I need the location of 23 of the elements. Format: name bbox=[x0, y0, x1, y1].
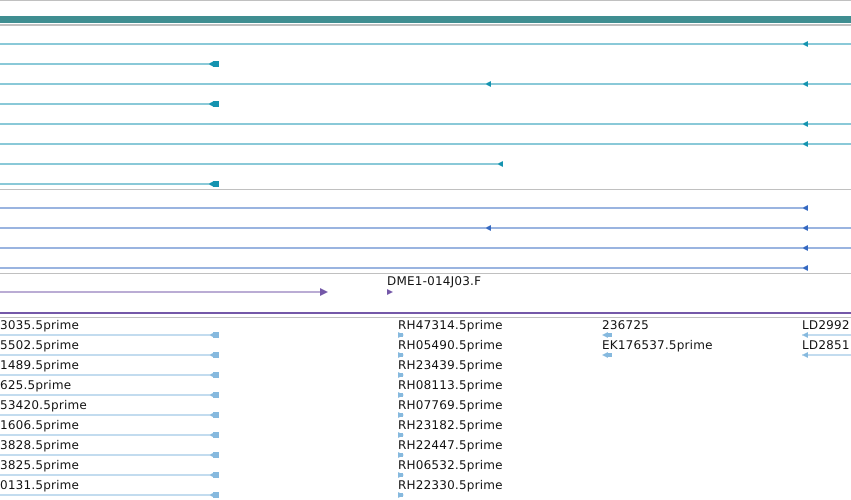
est-label: 625.5prime bbox=[0, 378, 72, 392]
clone-label: DME1-014J03.F bbox=[387, 274, 482, 288]
est-label: 1489.5prime bbox=[0, 358, 80, 372]
est-label: RH23439.5prime bbox=[398, 358, 503, 372]
est-label: 53420.5prime bbox=[0, 398, 87, 412]
est-label: 0131.5prime bbox=[0, 478, 80, 492]
est-label: RH07769.5prime bbox=[398, 398, 503, 412]
est-label: EK176537.5prime bbox=[602, 338, 713, 352]
est-label: RH47314.5prime bbox=[398, 318, 503, 332]
est-label: LD2992 bbox=[802, 318, 850, 332]
est-label: RH06532.5prime bbox=[398, 458, 503, 472]
est-label: RH23182.5prime bbox=[398, 418, 503, 432]
est-label: RH05490.5prime bbox=[398, 338, 503, 352]
est-label: LD2851 bbox=[802, 338, 850, 352]
est-label: RH22330.5prime bbox=[398, 478, 503, 492]
est-label: 5502.5prime bbox=[0, 338, 80, 352]
est-label: 1606.5prime bbox=[0, 418, 80, 432]
est-label: RH08113.5prime bbox=[398, 378, 503, 392]
est-label: 3828.5prime bbox=[0, 438, 80, 452]
est-label: 3825.5prime bbox=[0, 458, 80, 472]
est-label: RH22447.5prime bbox=[398, 438, 503, 452]
est-label: 236725 bbox=[602, 318, 650, 332]
est-label: 3035.5prime bbox=[0, 318, 80, 332]
